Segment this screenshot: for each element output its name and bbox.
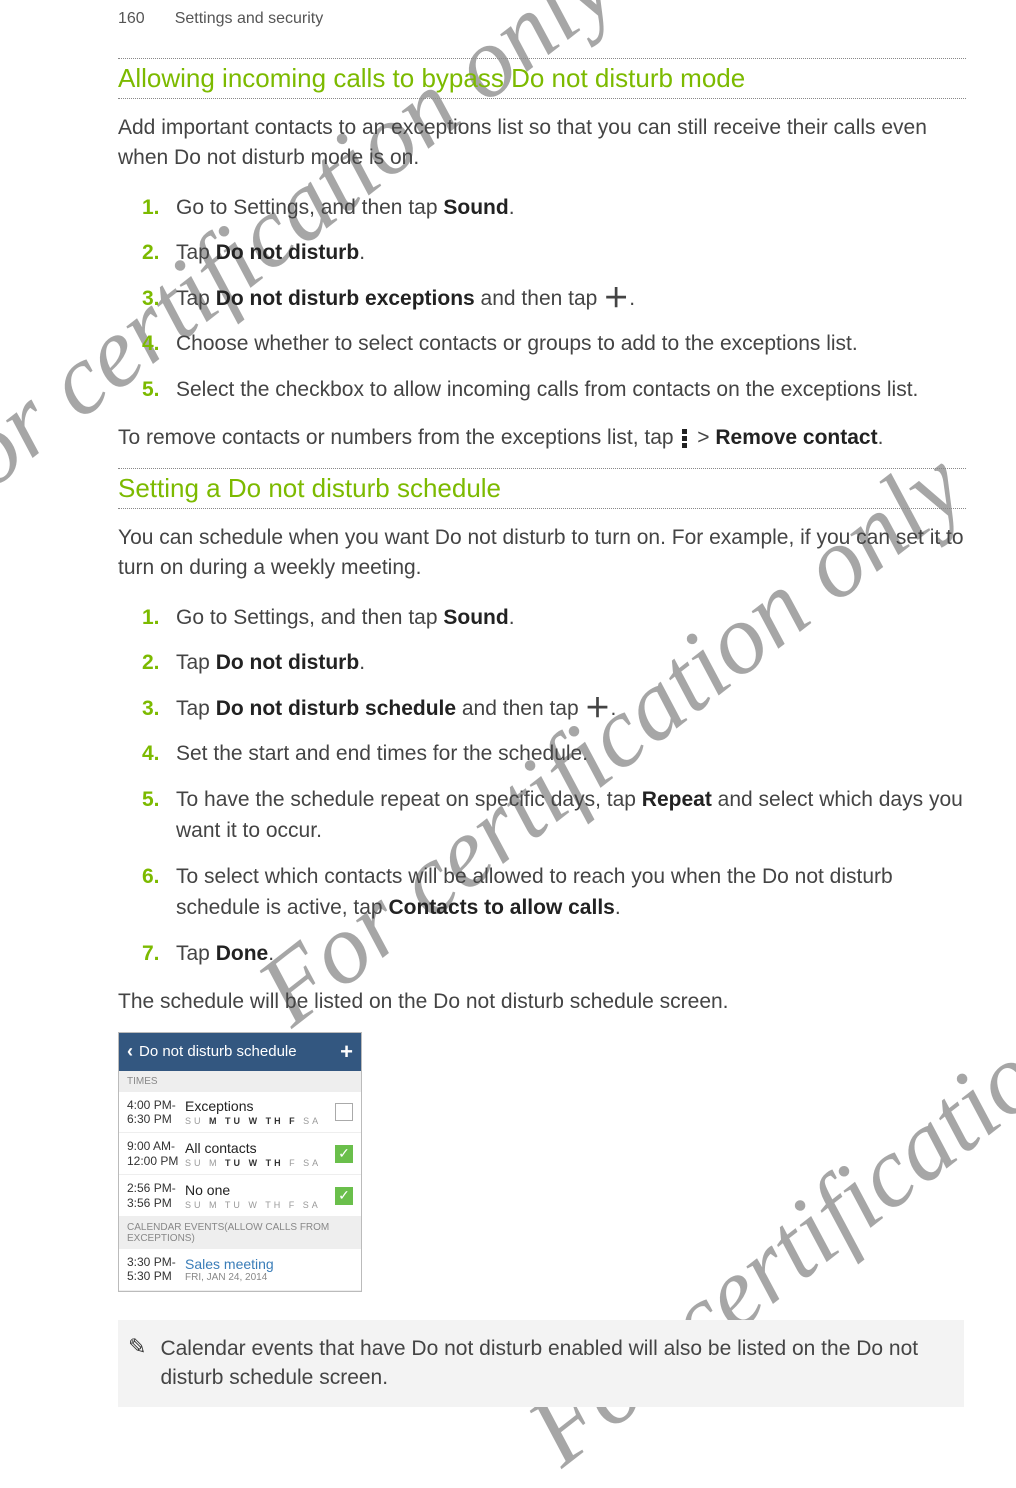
checkbox-icon: ✓	[335, 1145, 353, 1163]
step-list: 1. Go to Settings, and then tap Sound. 2…	[118, 602, 966, 970]
phone-header: ‹ Do not disturb schedule +	[119, 1033, 361, 1071]
breadcrumb: Settings and security	[175, 10, 324, 28]
schedule-row: 4:00 PM-6:30 PM Exceptions SU M TU W TH …	[119, 1092, 361, 1134]
row-name: All contacts	[185, 1140, 335, 1156]
days-indicator: SU M TU W TH F SA	[185, 1116, 335, 1126]
intro-text: Add important contacts to an exceptions …	[118, 113, 966, 174]
step-text: .	[615, 896, 621, 919]
step-text: Set the start and end times for the sche…	[176, 742, 588, 765]
step-text: To have the schedule repeat on specific …	[176, 788, 642, 811]
schedule-row: 9:00 AM-12:00 PM All contacts SU M TU W …	[119, 1133, 361, 1175]
step-text: and then tap	[456, 697, 584, 720]
row-name: No one	[185, 1182, 335, 1198]
time-end: 5:30 PM	[127, 1269, 172, 1283]
ui-term: Repeat	[642, 788, 712, 811]
note-text: Calendar events that have Do not disturb…	[160, 1334, 948, 1393]
ui-term: Do not disturb	[216, 241, 359, 264]
step-text: Tap	[176, 241, 216, 264]
divider	[118, 58, 966, 59]
checkbox-icon	[335, 1103, 353, 1121]
step-item: 5. To have the schedule repeat on specif…	[142, 784, 966, 847]
step-item: 3. Tap Do not disturb exceptions and the…	[142, 283, 966, 315]
more-vert-icon	[682, 427, 688, 450]
plus-icon: ＋	[585, 695, 611, 721]
outro-text: To remove contacts or numbers from the e…	[118, 423, 966, 453]
time-start: 4:00 PM-	[127, 1098, 176, 1112]
ui-term: Sound	[443, 196, 508, 219]
text: .	[878, 426, 884, 449]
step-text: Tap	[176, 287, 216, 310]
pencil-icon: ✎	[128, 1334, 146, 1393]
time-end: 3:56 PM	[127, 1196, 172, 1210]
page-header: 160 Settings and security	[0, 10, 1016, 28]
ui-term: Done	[216, 942, 269, 965]
plus-icon: ＋	[603, 285, 629, 311]
step-item: 1. Go to Settings, and then tap Sound.	[142, 602, 966, 634]
section-title: Allowing incoming calls to bypass Do not…	[118, 63, 966, 94]
back-icon: ‹	[127, 1041, 133, 1062]
step-text: Go to Settings, and then tap	[176, 606, 443, 629]
step-text: .	[509, 606, 515, 629]
time-start: 9:00 AM-	[127, 1139, 175, 1153]
step-text: Tap	[176, 942, 216, 965]
calendar-date: FRI, JAN 24, 2014	[185, 1272, 353, 1283]
time-end: 12:00 PM	[127, 1154, 178, 1168]
time-start: 2:56 PM-	[127, 1181, 176, 1195]
calendar-row: 3:30 PM-5:30 PM Sales meeting FRI, JAN 2…	[119, 1249, 361, 1291]
intro-text: You can schedule when you want Do not di…	[118, 523, 966, 584]
step-item: 4. Set the start and end times for the s…	[142, 738, 966, 770]
step-item: 5. Select the checkbox to allow incoming…	[142, 374, 966, 406]
calendar-name: Sales meeting	[185, 1256, 353, 1272]
step-text: Choose whether to select contacts or gro…	[176, 332, 858, 355]
section-title: Setting a Do not disturb schedule	[118, 473, 966, 504]
ui-term: Do not disturb schedule	[216, 697, 456, 720]
ui-term: Do not disturb exceptions	[216, 287, 475, 310]
step-text: Tap	[176, 697, 216, 720]
days-indicator: SU M TU W TH F SA	[185, 1200, 335, 1210]
ui-term: Do not disturb	[216, 651, 359, 674]
phone-title: Do not disturb schedule	[139, 1043, 297, 1060]
step-text: and then tap	[475, 287, 603, 310]
divider	[118, 468, 966, 469]
days-indicator: SU M TU W TH F SA	[185, 1158, 335, 1168]
step-item: 2. Tap Do not disturb.	[142, 647, 966, 679]
phone-screenshot: ‹ Do not disturb schedule + TIMES 4:00 P…	[118, 1032, 362, 1292]
plus-icon: +	[340, 1039, 353, 1065]
time-start: 3:30 PM-	[127, 1255, 176, 1269]
text: To remove contacts or numbers from the e…	[118, 426, 679, 449]
page-number: 160	[118, 10, 145, 28]
step-item: 1. Go to Settings, and then tap Sound.	[142, 192, 966, 224]
row-name: Exceptions	[185, 1098, 335, 1114]
step-text: .	[359, 241, 365, 264]
step-text: .	[268, 942, 274, 965]
step-text: .	[359, 651, 365, 674]
section-label: TIMES	[119, 1071, 361, 1092]
step-item: 2. Tap Do not disturb.	[142, 237, 966, 269]
text: >	[691, 426, 715, 449]
outro-text: The schedule will be listed on the Do no…	[118, 987, 966, 1017]
step-text: Tap	[176, 651, 216, 674]
ui-term: Sound	[443, 606, 508, 629]
step-item: 6. To select which contacts will be allo…	[142, 861, 966, 924]
checkbox-icon: ✓	[335, 1187, 353, 1205]
ui-term: Contacts to allow calls	[388, 896, 614, 919]
ui-term: Remove contact	[715, 426, 877, 449]
step-text: .	[509, 196, 515, 219]
schedule-row: 2:56 PM-3:56 PM No one SU M TU W TH F SA…	[119, 1175, 361, 1217]
step-text: Go to Settings, and then tap	[176, 196, 443, 219]
step-item: 7. Tap Done.	[142, 938, 966, 970]
divider	[118, 98, 966, 99]
step-item: 4. Choose whether to select contacts or …	[142, 328, 966, 360]
note-box: ✎ Calendar events that have Do not distu…	[118, 1320, 964, 1407]
step-list: 1. Go to Settings, and then tap Sound. 2…	[118, 192, 966, 406]
time-end: 6:30 PM	[127, 1112, 172, 1126]
step-text: Select the checkbox to allow incoming ca…	[176, 378, 918, 401]
section-label: CALENDAR EVENTS(ALLOW CALLS FROM EXCEPTI…	[119, 1217, 361, 1249]
divider	[118, 508, 966, 509]
step-item: 3. Tap Do not disturb schedule and then …	[142, 693, 966, 725]
